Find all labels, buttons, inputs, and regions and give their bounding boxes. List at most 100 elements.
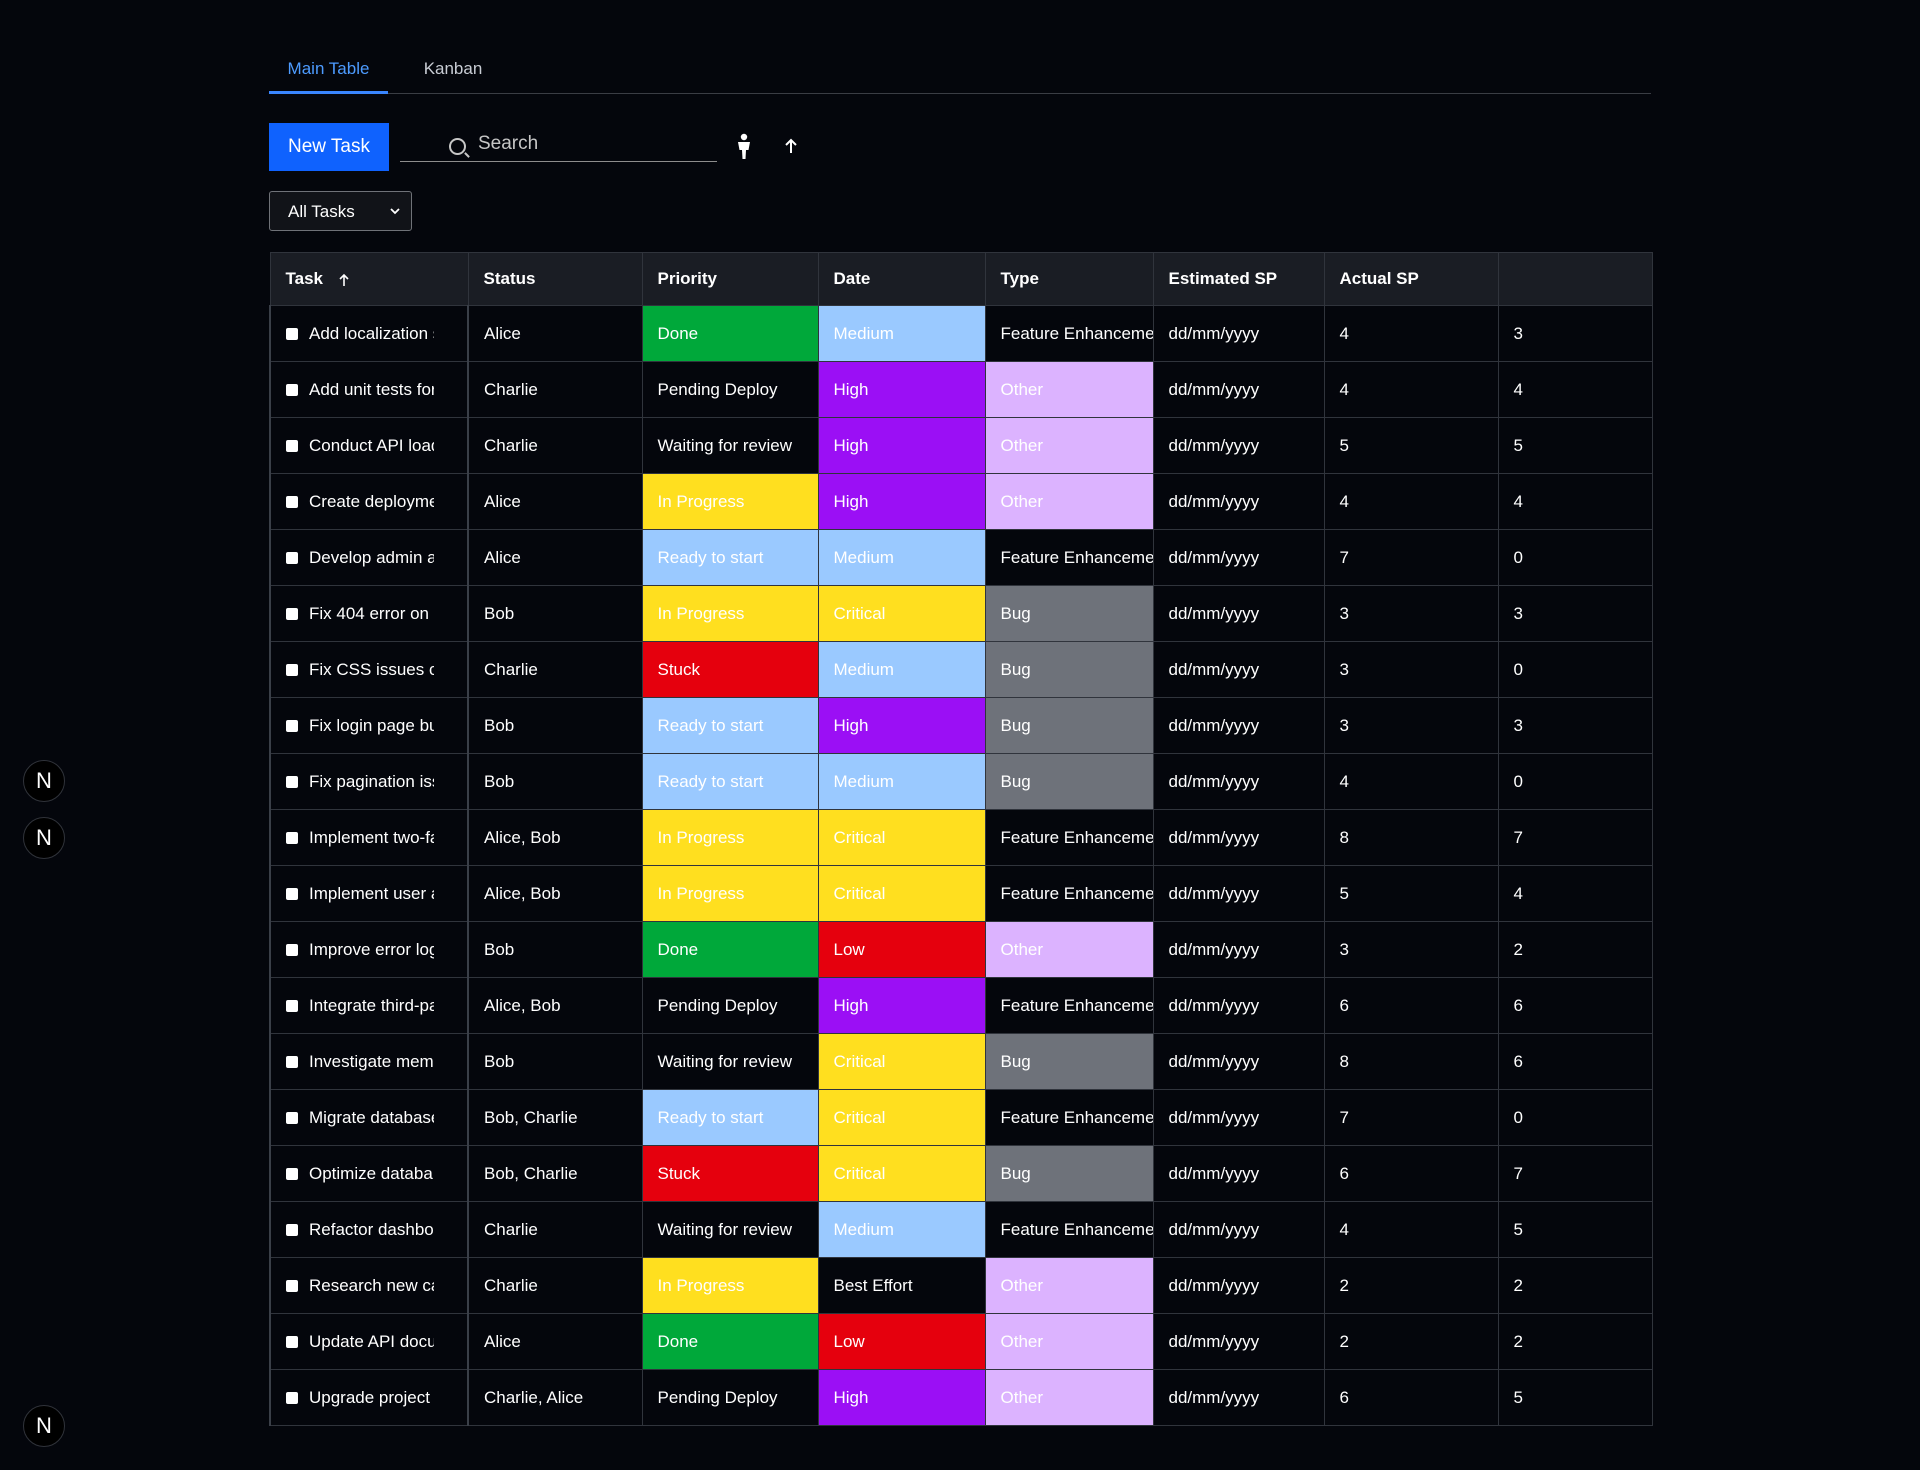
- task-cell[interactable]: Conduct API load: [269, 417, 469, 474]
- task-cell[interactable]: Add localization support: [269, 305, 469, 362]
- person-cell[interactable]: Charlie: [467, 1257, 643, 1314]
- status-cell[interactable]: In Progress: [641, 1257, 819, 1314]
- date-cell[interactable]: dd/mm/yyyy: [1152, 1369, 1325, 1426]
- priority-cell[interactable]: Critical: [817, 865, 986, 922]
- table-row[interactable]: Research new ca Charlie In Progress Best Ef…: [269, 1257, 1653, 1314]
- column-header-actual-sp[interactable]: Actual SP: [1323, 252, 1499, 306]
- person-cell[interactable]: Alice: [467, 529, 643, 586]
- type-cell[interactable]: Feature Enhancement: [984, 809, 1154, 866]
- type-cell[interactable]: Bug: [984, 1145, 1154, 1202]
- date-cell[interactable]: dd/mm/yyyy: [1152, 1201, 1325, 1258]
- actual-sp-cell[interactable]: 2: [1497, 1257, 1653, 1314]
- actual-sp-cell[interactable]: 6: [1497, 1033, 1653, 1090]
- estimated-sp-cell[interactable]: 4: [1323, 305, 1499, 362]
- row-checkbox[interactable]: [286, 1167, 298, 1180]
- actual-sp-cell[interactable]: 5: [1497, 1369, 1653, 1426]
- type-cell[interactable]: Other: [984, 473, 1154, 530]
- actual-sp-cell[interactable]: 3: [1497, 585, 1653, 642]
- status-cell[interactable]: Ready to start: [641, 1089, 819, 1146]
- actual-sp-cell[interactable]: 5: [1497, 417, 1653, 474]
- actual-sp-cell[interactable]: 4: [1497, 361, 1653, 418]
- row-checkbox[interactable]: [286, 1335, 298, 1348]
- status-cell[interactable]: Pending Deploy: [641, 977, 819, 1034]
- type-cell[interactable]: Other: [984, 361, 1154, 418]
- row-checkbox[interactable]: [286, 327, 298, 340]
- type-cell[interactable]: Feature Enhancement: [984, 1201, 1154, 1258]
- status-cell[interactable]: Done: [641, 1313, 819, 1370]
- task-cell[interactable]: Develop admin a: [269, 529, 469, 586]
- table-row[interactable]: Create deployment AliceIn ProgressHighOth…: [269, 473, 1653, 530]
- task-cell[interactable]: Fix CSS issues c: [269, 641, 469, 698]
- estimated-sp-cell[interactable]: 6: [1323, 977, 1499, 1034]
- status-cell[interactable]: Done: [641, 305, 819, 362]
- actual-sp-cell[interactable]: 0: [1497, 641, 1653, 698]
- status-cell[interactable]: In Progress: [641, 585, 819, 642]
- task-cell[interactable]: Research new ca: [269, 1257, 469, 1314]
- row-checkbox[interactable]: [286, 719, 298, 732]
- row-checkbox[interactable]: [286, 943, 298, 956]
- priority-cell[interactable]: Medium: [817, 1201, 986, 1258]
- task-filter-select[interactable]: All Tasks: [269, 191, 412, 231]
- type-cell[interactable]: Bug: [984, 585, 1154, 642]
- estimated-sp-cell[interactable]: 3: [1323, 921, 1499, 978]
- row-checkbox[interactable]: [286, 1279, 298, 1292]
- task-cell[interactable]: Fix 404 error on: [269, 585, 469, 642]
- estimated-sp-cell[interactable]: 4: [1323, 753, 1499, 810]
- person-cell[interactable]: Alice, Bob: [467, 809, 643, 866]
- date-cell[interactable]: dd/mm/yyyy: [1152, 921, 1325, 978]
- table-row[interactable]: Develop admin a Alice Ready to start Medium…: [269, 529, 1653, 586]
- column-header-date[interactable]: Date: [817, 252, 986, 306]
- priority-cell[interactable]: Critical: [817, 1145, 986, 1202]
- column-header-type[interactable]: Type: [984, 252, 1154, 306]
- person-cell[interactable]: Bob: [467, 753, 643, 810]
- row-checkbox[interactable]: [286, 775, 298, 788]
- priority-cell[interactable]: High: [817, 361, 986, 418]
- search-input[interactable]: [476, 130, 710, 158]
- actual-sp-cell[interactable]: 7: [1497, 809, 1653, 866]
- person-cell[interactable]: Charlie: [467, 361, 643, 418]
- estimated-sp-cell[interactable]: 3: [1323, 697, 1499, 754]
- tab-main-table[interactable]: Main Table: [269, 52, 388, 94]
- person-cell[interactable]: Alice, Bob: [467, 977, 643, 1034]
- date-cell[interactable]: dd/mm/yyyy: [1152, 641, 1325, 698]
- row-checkbox[interactable]: [286, 495, 298, 508]
- sort-button[interactable]: [779, 131, 803, 161]
- estimated-sp-cell[interactable]: 4: [1323, 361, 1499, 418]
- date-cell[interactable]: dd/mm/yyyy: [1152, 1313, 1325, 1370]
- task-cell[interactable]: Integrate third-pa: [269, 977, 469, 1034]
- status-cell[interactable]: Waiting for review: [641, 1201, 819, 1258]
- estimated-sp-cell[interactable]: 4: [1323, 1201, 1499, 1258]
- priority-cell[interactable]: Best Effort: [817, 1257, 986, 1314]
- estimated-sp-cell[interactable]: 2: [1323, 1313, 1499, 1370]
- date-cell[interactable]: dd/mm/yyyy: [1152, 361, 1325, 418]
- actual-sp-cell[interactable]: 5: [1497, 1201, 1653, 1258]
- column-header-estimated-sp[interactable]: Estimated SP: [1152, 252, 1325, 306]
- task-cell[interactable]: Migrate database: [269, 1089, 469, 1146]
- type-cell[interactable]: Feature Enhancement: [984, 529, 1154, 586]
- estimated-sp-cell[interactable]: 6: [1323, 1145, 1499, 1202]
- n-badge-button[interactable]: N: [23, 760, 65, 802]
- person-cell[interactable]: Bob: [467, 921, 643, 978]
- type-cell[interactable]: Other: [984, 417, 1154, 474]
- table-row[interactable]: Integrate third-pa Alice, Bob Pending Depl…: [269, 977, 1653, 1034]
- type-cell[interactable]: Other: [984, 921, 1154, 978]
- table-row[interactable]: Implement two-fa Alice, Bob In Progress Cri…: [269, 809, 1653, 866]
- date-cell[interactable]: dd/mm/yyyy: [1152, 1033, 1325, 1090]
- task-cell[interactable]: Implement user a: [269, 865, 469, 922]
- table-row[interactable]: Upgrade project Charlie, Alice Pending Dep…: [269, 1369, 1653, 1426]
- tab-kanban[interactable]: Kanban: [408, 52, 498, 92]
- priority-cell[interactable]: Critical: [817, 1089, 986, 1146]
- table-row[interactable]: Fix login page bu Bob Ready to start High Bu…: [269, 697, 1653, 754]
- row-checkbox[interactable]: [286, 439, 298, 452]
- n-badge-button[interactable]: N: [23, 1405, 65, 1447]
- n-badge-button[interactable]: N: [23, 817, 65, 859]
- table-row[interactable]: Update API docu Alice Done Low Other dd/mm/yy…: [269, 1313, 1653, 1370]
- type-cell[interactable]: Bug: [984, 697, 1154, 754]
- column-header-priority[interactable]: Priority: [641, 252, 819, 306]
- status-cell[interactable]: Stuck: [641, 641, 819, 698]
- table-row[interactable]: Add localization support AliceDoneMediumF…: [269, 305, 1653, 362]
- column-header-status[interactable]: Status: [467, 252, 643, 306]
- table-row[interactable]: Fix CSS issues c Charlie Stuck Medium Bug dd/…: [269, 641, 1653, 698]
- row-checkbox[interactable]: [286, 831, 298, 844]
- row-checkbox[interactable]: [286, 551, 298, 564]
